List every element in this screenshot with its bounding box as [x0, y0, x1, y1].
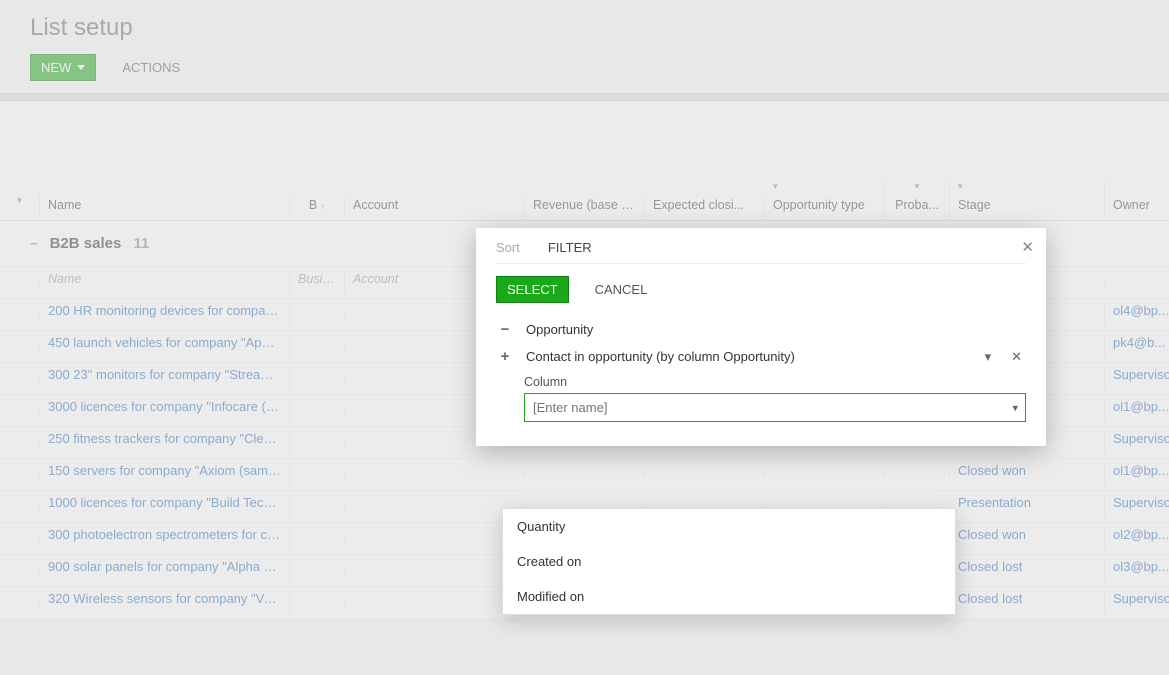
- chevron-down-icon[interactable]: ▾: [981, 349, 996, 365]
- select-button[interactable]: SELECT: [496, 276, 569, 303]
- remove-condition-icon[interactable]: −: [496, 321, 514, 338]
- tab-sort[interactable]: Sort: [496, 240, 520, 255]
- condition-sub[interactable]: Contact in opportunity (by column Opport…: [526, 349, 969, 364]
- column-combo-input[interactable]: [524, 393, 1026, 422]
- dropdown-option-quantity[interactable]: Quantity: [503, 509, 955, 544]
- tab-filter[interactable]: FILTER: [548, 240, 592, 255]
- add-condition-icon[interactable]: +: [496, 348, 514, 365]
- condition-root: Opportunity: [526, 322, 1026, 337]
- remove-sub-condition-icon[interactable]: ✕: [1007, 349, 1026, 365]
- dropdown-option-modified-on[interactable]: Modified on: [503, 579, 955, 614]
- close-icon[interactable]: ✕: [1021, 238, 1034, 256]
- chevron-down-icon[interactable]: ▾: [1012, 401, 1018, 414]
- filter-modal: ✕ Sort FILTER SELECT CANCEL − Opportunit…: [476, 228, 1046, 446]
- column-label: Column: [524, 375, 1026, 389]
- column-dropdown: Quantity Created on Modified on: [502, 508, 956, 615]
- cancel-button[interactable]: CANCEL: [589, 281, 654, 298]
- dropdown-option-created-on[interactable]: Created on: [503, 544, 955, 579]
